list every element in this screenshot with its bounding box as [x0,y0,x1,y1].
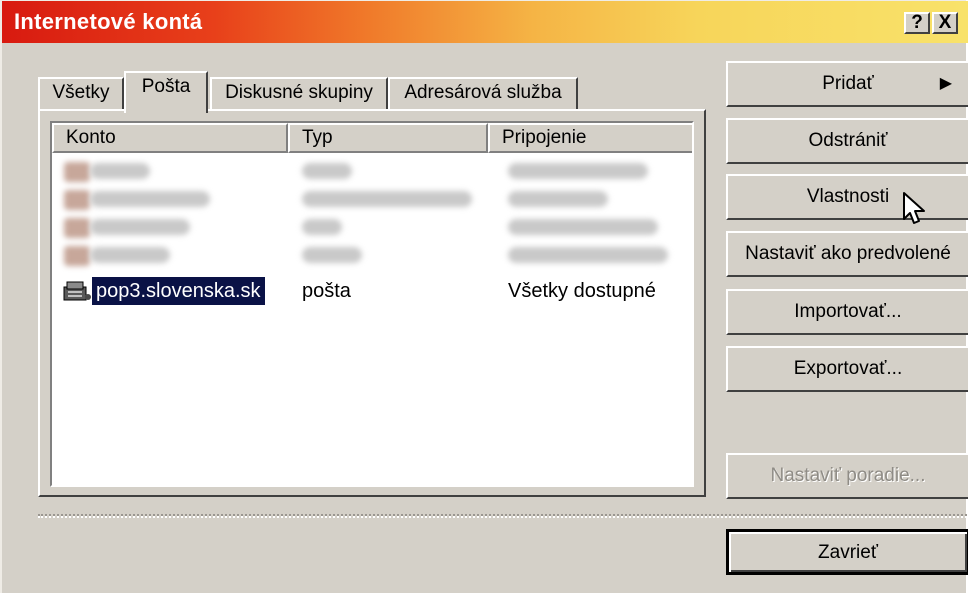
set-order-button[interactable]: Nastaviť poradie... [726,453,968,499]
column-header-konto[interactable]: Konto [52,123,288,153]
column-header-typ[interactable]: Typ [288,123,488,153]
blurred-text [302,247,362,263]
triangle-right-icon: ▶ [939,75,952,92]
account-connection: Všetky dostupné [508,280,656,302]
blurred-text [90,247,170,263]
tab-vsetky[interactable]: Všetky [38,77,124,109]
close-button[interactable]: Zavrieť [726,529,968,575]
blurred-text [302,219,342,235]
title-bar[interactable]: Internetové kontá ? X [2,1,968,43]
blurred-account-icon [64,218,90,238]
blurred-text [302,163,352,179]
close-window-button[interactable]: X [932,12,958,34]
blurred-text [508,191,608,207]
blurred-row[interactable] [52,241,692,269]
blurred-row[interactable] [52,185,692,213]
export-button[interactable]: Exportovať... [726,346,968,392]
arrow-cursor-icon [903,192,925,224]
blurred-account-icon [64,162,90,182]
blurred-text [508,163,648,179]
column-header-pripojenie[interactable]: Pripojenie [488,123,692,153]
remove-button[interactable]: Odstrániť [726,118,968,164]
account-type: pošta [302,280,351,302]
window-title: Internetové kontá [14,9,203,34]
blurred-text [90,163,150,179]
tab-diskusne-skupiny[interactable]: Diskusné skupiny [210,77,388,109]
account-row-pop3[interactable]: pop3.slovenska.sk pošta Všetky dostupné [52,276,692,306]
account-name: pop3.slovenska.sk [91,276,266,306]
properties-button[interactable]: Vlastnosti [726,174,968,220]
tab-panel: Konto Typ Pripojenie pop3.slovenska.sk p… [38,109,706,497]
help-button[interactable]: ? [904,12,930,34]
blurred-text [90,219,190,235]
dialog-window: Internetové kontá ? X Všetky Pošta Disku… [0,0,968,593]
blurred-row[interactable] [52,157,692,185]
blurred-text [302,191,472,207]
blurred-account-icon [64,190,90,210]
add-button[interactable]: Pridať ▶ [726,61,968,107]
blurred-text [508,219,658,235]
accounts-list[interactable]: Konto Typ Pripojenie pop3.slovenska.sk p… [50,121,694,487]
blurred-text [508,247,668,263]
set-default-button[interactable]: Nastaviť ako predvolené [726,231,968,277]
blurred-row[interactable] [52,213,692,241]
tab-posta[interactable]: Pošta [124,71,208,113]
import-button[interactable]: Importovať... [726,289,968,335]
blurred-account-icon [64,246,90,266]
tab-adresarova-sluzba[interactable]: Adresárová služba [388,77,578,109]
mail-server-icon [63,281,91,301]
separator-line [38,514,968,518]
add-button-label: Pridať [822,73,874,94]
blurred-text [90,191,210,207]
